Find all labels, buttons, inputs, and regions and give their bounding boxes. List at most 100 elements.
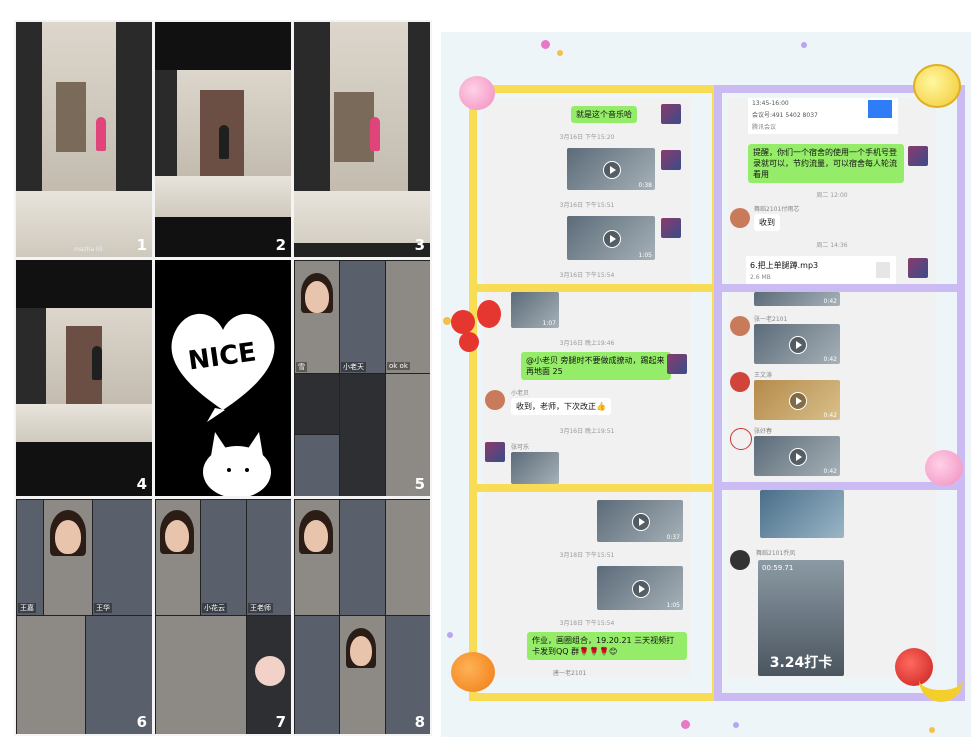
photo-tile-3: 3 <box>294 22 430 257</box>
avatar <box>730 550 750 570</box>
timestamp: 周二 12:00 <box>816 192 848 199</box>
video-message[interactable]: 0:42 <box>754 324 840 364</box>
video-message[interactable] <box>760 490 844 538</box>
video-duration: 0:42 <box>823 468 837 475</box>
avatar <box>908 258 928 278</box>
tile-number: 6 <box>136 713 147 731</box>
chat-message: 作业，画圈组合，19.20.21 三天视频打卡发到QQ 群🌹🌹🌹😊 <box>527 632 687 660</box>
peach-icon <box>459 76 495 110</box>
chat-screenshot-3: 0:37 3月18日 下午15:51 1:05 3月18日 下午15:54 作业… <box>483 492 691 677</box>
chat-screenshot-5: 0:42 张一老2101 0:42 王文涛 0:42 张好春 0:42 <box>728 292 936 482</box>
avatar <box>485 442 505 462</box>
avatar <box>485 390 505 410</box>
photo-caption: mazha lili <box>74 246 103 253</box>
video-message[interactable]: 0:37 <box>597 500 683 542</box>
sender-name: 舞蹈2101付雨芯 <box>754 206 800 213</box>
timestamp: 3月16日 晚上19:46 <box>559 340 615 347</box>
video-duration: 00:59.71 <box>762 564 794 572</box>
tile-number: 1 <box>136 236 147 254</box>
video-duration: 0:37 <box>666 534 680 541</box>
chat-screenshot-4: 13:45-16:00 会议号:491 5402 8037 腾讯会议 提醒，你们… <box>728 98 936 284</box>
chat-message: 收到，老师，下次改正👍 <box>511 398 611 415</box>
participant-tag: 雪 <box>296 362 307 372</box>
sender-name: 王文涛 <box>754 372 773 379</box>
video-duration: 0:42 <box>823 298 837 305</box>
video-duration: 1:07 <box>542 320 556 327</box>
photo-tile-6: 王嘉 王华 6 <box>16 499 152 734</box>
timestamp: 周二 14:36 <box>816 242 848 249</box>
participant-tag: 王老师 <box>248 603 273 613</box>
video-duration: 1:05 <box>666 602 680 609</box>
timestamp: 3月16日 晚上19:51 <box>559 428 615 435</box>
timestamp: 3月18日 下午15:54 <box>559 620 615 627</box>
participant-tag: 小老天 <box>341 362 366 372</box>
meeting-app-icon <box>868 100 892 118</box>
nice-sticker-tile: NICE <box>155 260 291 496</box>
video-duration: 0:38 <box>638 182 652 189</box>
banana-icon <box>919 660 963 702</box>
file-name: 6.把上单腿蹲.mp3 <box>750 261 819 270</box>
sender-name: 唐一老2101 <box>553 670 587 677</box>
sender-name: 小老贝 <box>511 390 530 397</box>
participant-tag: 王嘉 <box>18 603 36 613</box>
lemon-icon <box>913 64 961 108</box>
nice-heart-sticker <box>171 313 275 496</box>
video-message[interactable]: 1:05 <box>567 216 655 260</box>
sender-name: 张一老2101 <box>754 316 788 323</box>
play-icon <box>789 448 807 466</box>
video-message[interactable]: 1:07 <box>511 292 559 328</box>
avatar <box>730 208 750 228</box>
timestamp: 3月18日 下午15:51 <box>559 552 615 559</box>
video-message[interactable]: 0:42 <box>754 436 840 476</box>
photo-tile-7: 小花云 王老师 7 <box>155 499 291 734</box>
video-message[interactable] <box>511 452 559 484</box>
avatar <box>661 218 681 238</box>
tile-number: 5 <box>414 475 425 493</box>
play-icon <box>603 161 621 179</box>
video-message[interactable]: 00:59.71 3.24打卡 <box>758 560 844 676</box>
video-duration: 0:42 <box>823 356 837 363</box>
strawberry-icon <box>459 332 479 352</box>
video-message[interactable]: 0:38 <box>567 148 655 190</box>
chat-message: 收到 <box>754 214 780 231</box>
chat-message: @小老贝 旁腿时不要做成撩动，踢起来再地面 25 <box>521 352 671 380</box>
photo-tile-5: 雪 小老天 ok ok 5 <box>294 260 430 496</box>
avatar <box>730 428 752 450</box>
video-duration: 1:05 <box>638 252 652 259</box>
photo-tile-1: mazha lili 1 <box>16 22 152 257</box>
sender-name: 舞蹈2101乔凤 <box>756 550 796 557</box>
play-icon <box>603 230 621 248</box>
photo-tile-8: 8 <box>294 499 430 734</box>
play-icon <box>789 392 807 410</box>
avatar <box>661 150 681 170</box>
file-message[interactable]: 6.把上单腿蹲.mp3 2.6 MB <box>746 256 896 284</box>
photo-collage-grid: mazha lili 1 2 3 4 NICE 雪 小老天 ok ok 5 王嘉… <box>14 20 432 736</box>
participant-tag: ok ok <box>387 362 410 370</box>
sender-name: 张可乐 <box>511 444 530 451</box>
avatar <box>730 316 750 336</box>
timestamp: 3月16日 下午15:51 <box>559 202 615 209</box>
play-icon <box>632 580 650 598</box>
file-icon <box>876 262 890 278</box>
sender-name: 张好春 <box>754 428 773 435</box>
timestamp: 3月16日 下午15:54 <box>559 272 615 279</box>
tile-number: 7 <box>275 713 286 731</box>
chat-collage-panel: 就是这个音乐哈 3月16日 下午15:20 0:38 3月16日 下午15:51… <box>441 32 971 737</box>
timestamp: 3月16日 下午15:20 <box>559 134 615 141</box>
participant-tag: 小花云 <box>202 603 227 613</box>
avatar <box>730 372 750 392</box>
photo-tile-2: 2 <box>155 22 291 257</box>
video-message[interactable]: 1:05 <box>597 566 683 610</box>
video-message[interactable]: 0:42 <box>754 292 840 306</box>
orange-icon <box>451 652 495 692</box>
play-icon <box>632 513 650 531</box>
video-caption: 3.24打卡 <box>769 655 833 671</box>
strawberry-icon <box>451 310 475 334</box>
video-message[interactable]: 0:42 <box>754 380 840 420</box>
chat-message: 就是这个音乐哈 <box>571 106 637 123</box>
video-duration: 0:42 <box>823 412 837 419</box>
meeting-time: 13:45-16:00 <box>752 100 789 107</box>
avatar <box>667 354 687 374</box>
chat-screenshot-1: 就是这个音乐哈 3月16日 下午15:20 0:38 3月16日 下午15:51… <box>483 98 691 284</box>
peach-icon <box>925 450 963 486</box>
